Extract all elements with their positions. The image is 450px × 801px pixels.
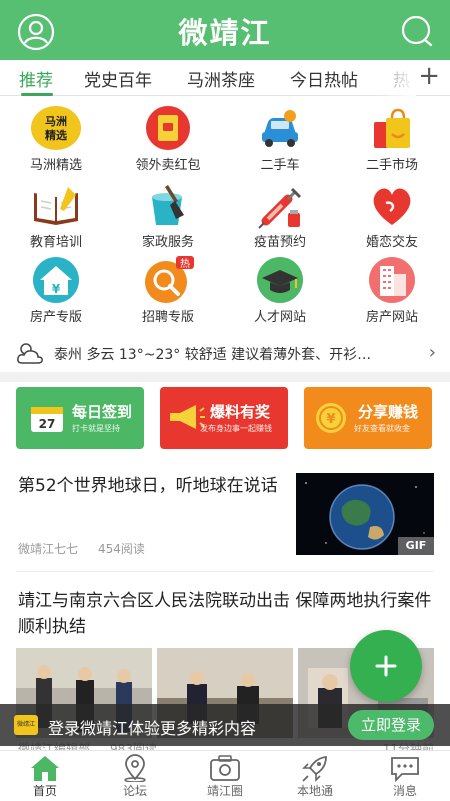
location-pin-icon xyxy=(124,754,146,782)
nav-forum[interactable]: 论坛 xyxy=(90,751,180,801)
login-prompt-text: 登录微靖江体验更多精彩内容 xyxy=(48,719,257,738)
list-divider xyxy=(16,571,434,572)
grid-item-label: 疫苗预约 xyxy=(253,235,306,250)
grid-item-label: 二手车 xyxy=(260,158,300,173)
recruit-icon: 热 xyxy=(142,256,194,306)
grid-item-label: 教育培训 xyxy=(29,235,82,250)
svg-text:马洲: 马洲 xyxy=(45,115,67,128)
tab-today-hot[interactable]: 今日热帖 xyxy=(290,66,358,91)
plus-icon xyxy=(375,655,397,677)
grid-item-label: 人才网站 xyxy=(253,310,306,325)
search-icon xyxy=(401,15,433,47)
article-title: 第52个世界地球日，听地球在说话 xyxy=(18,476,278,496)
post-fab-button[interactable] xyxy=(350,630,422,702)
article-author: 微靖江七七 xyxy=(18,542,79,556)
login-button[interactable]: 立即登录 xyxy=(348,710,434,740)
nav-home[interactable]: 首页 xyxy=(0,751,90,801)
grid-item-mazhou[interactable]: 马洲 精选 马洲精选 xyxy=(0,104,112,174)
rocket-icon xyxy=(302,756,327,782)
svg-text:27: 27 xyxy=(39,417,56,431)
svg-text:¥: ¥ xyxy=(326,412,335,427)
tab-fade-overlay xyxy=(380,60,416,96)
grid-item-housing[interactable]: ¥ 房产专版 xyxy=(0,256,112,326)
banner-news-tip[interactable]: 爆料有奖 发布身边事一起赚钱 xyxy=(160,387,288,449)
grid-item-used-car[interactable]: 二手车 xyxy=(224,104,336,174)
banner-share-earn[interactable]: ¥ 分享赚钱 好友查看就收金 xyxy=(304,387,432,449)
graduation-cap-icon xyxy=(254,256,306,306)
grid-item-used-market[interactable]: 二手市场 xyxy=(336,104,448,174)
article-thumbnail: GIF xyxy=(296,473,434,555)
syringe-icon xyxy=(254,181,306,231)
bucket-icon xyxy=(142,181,194,231)
message-icon xyxy=(391,757,419,782)
nav-label: 本地通 xyxy=(296,784,333,798)
shopping-bag-icon xyxy=(366,104,418,154)
mazhou-logo-icon: 马洲 精选 xyxy=(30,104,82,154)
category-tabs: 推荐 党史百年 马洲茶座 今日热帖 热 + xyxy=(0,60,450,96)
search-button[interactable] xyxy=(396,12,436,52)
svg-text:精选: 精选 xyxy=(45,128,67,142)
home-icon xyxy=(31,756,59,781)
nav-label: 首页 xyxy=(32,784,57,798)
banner-title: 爆料有奖 xyxy=(210,403,271,421)
grid-item-red-envelope[interactable]: 领外卖红包 xyxy=(112,104,224,174)
app-title: 微靖江 xyxy=(178,16,272,50)
grid-item-label: 领外卖红包 xyxy=(135,158,201,173)
grid-item-label: 房产网站 xyxy=(365,310,418,325)
camera-icon xyxy=(210,755,240,781)
coin-icon: ¥ xyxy=(316,403,346,433)
login-prompt-bar: 微靖江 登录微靖江体验更多精彩内容 立即登录 xyxy=(0,704,450,746)
nav-label: 靖江圈 xyxy=(206,784,243,798)
article-reads: 454阅读 xyxy=(98,542,145,556)
grid-item-label: 二手市场 xyxy=(365,158,418,173)
tab-active-indicator xyxy=(21,93,53,96)
banner-subtitle: 好友查看就收金 xyxy=(354,424,410,433)
banner-daily-checkin[interactable]: 27 每日签到 打卡就是坚持 xyxy=(16,387,144,449)
nav-label: 消息 xyxy=(392,784,417,798)
banner-title: 每日签到 xyxy=(72,403,133,421)
banner-subtitle: 发布身边事一起赚钱 xyxy=(200,424,272,433)
bottom-navigation: 首页 论坛 靖江圈 本地通 消息 xyxy=(0,750,450,800)
grid-item-label: 马洲精选 xyxy=(29,158,82,173)
svg-text:¥: ¥ xyxy=(52,282,61,296)
nav-jingjiang-circle[interactable]: 靖江圈 xyxy=(180,751,270,801)
app-logo: 微靖江 xyxy=(14,715,38,735)
grid-item-talent[interactable]: 人才网站 xyxy=(224,256,336,326)
section-divider xyxy=(0,372,450,382)
weather-bar[interactable]: 泰州 多云 13°~23° 较舒适 建议着薄外套、开衫… › xyxy=(0,336,450,370)
nav-label: 论坛 xyxy=(122,784,147,798)
add-tab-button[interactable]: + xyxy=(418,63,440,89)
house-icon: ¥ xyxy=(30,256,82,306)
banner-subtitle: 打卡就是坚持 xyxy=(72,424,120,433)
tab-mazhou-tea[interactable]: 马洲茶座 xyxy=(187,66,255,91)
book-icon xyxy=(30,181,82,231)
calendar-icon: 27 xyxy=(31,407,63,432)
grid-item-education[interactable]: 教育培训 xyxy=(0,181,112,251)
grid-item-label: 家政服务 xyxy=(141,235,194,250)
nav-messages[interactable]: 消息 xyxy=(360,751,450,801)
grid-item-dating[interactable]: 婚恋交友 xyxy=(336,181,448,251)
heart-icon xyxy=(366,181,418,231)
banner-title: 分享赚钱 xyxy=(358,403,419,421)
app-header: 微靖江 xyxy=(0,0,450,60)
gif-badge: GIF xyxy=(398,537,434,555)
building-icon xyxy=(366,256,418,306)
red-envelope-icon xyxy=(142,104,194,154)
grid-item-label: 房产专版 xyxy=(29,310,82,325)
grid-item-label: 婚恋交友 xyxy=(365,235,418,250)
tab-party-history[interactable]: 党史百年 xyxy=(84,66,152,91)
car-icon xyxy=(254,104,306,154)
cloud-sun-icon xyxy=(17,343,43,364)
hot-badge: 热 xyxy=(180,257,190,270)
chevron-right-icon: › xyxy=(428,342,436,363)
grid-item-housekeeping[interactable]: 家政服务 xyxy=(112,181,224,251)
grid-item-label: 招聘专版 xyxy=(141,310,194,325)
nav-local-service[interactable]: 本地通 xyxy=(270,751,360,801)
tab-recommend[interactable]: 推荐 xyxy=(19,66,53,91)
grid-item-vaccine[interactable]: 疫苗预约 xyxy=(224,181,336,251)
grid-item-property-site[interactable]: 房产网站 xyxy=(336,256,448,326)
article-card[interactable]: 第52个世界地球日，听地球在说话 微靖江七七 454阅读 GIF xyxy=(0,465,450,565)
grid-item-recruitment[interactable]: 热 招聘专版 xyxy=(112,256,224,326)
weather-text: 泰州 多云 13°~23° 较舒适 建议着薄外套、开衫… xyxy=(54,347,372,363)
